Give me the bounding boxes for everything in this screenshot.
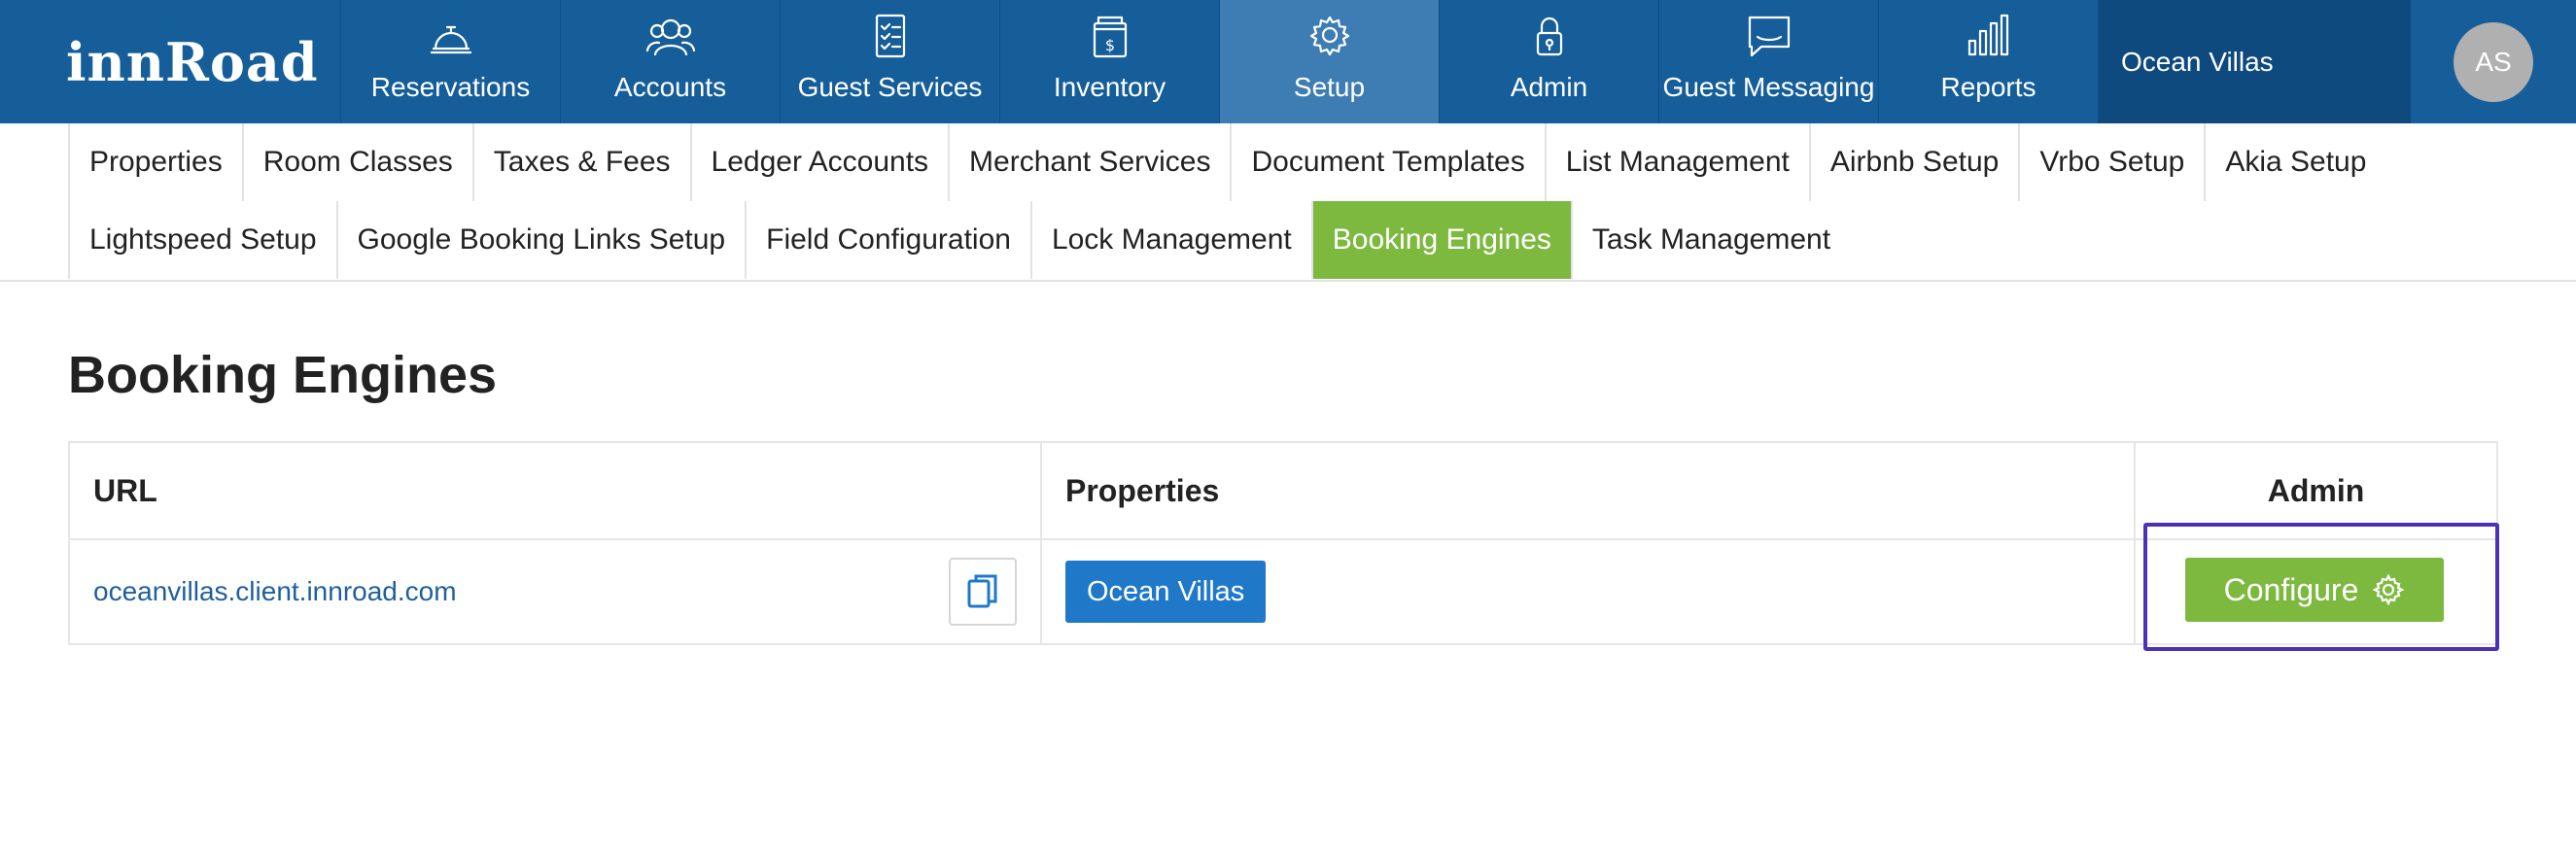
subtab-document-templates[interactable]: Document Templates xyxy=(1230,123,1544,201)
property-name: Ocean Villas xyxy=(2121,46,2274,77)
copy-url-button[interactable] xyxy=(949,558,1017,626)
subtab-properties[interactable]: Properties xyxy=(68,123,242,201)
subtab-field-configuration[interactable]: Field Configuration xyxy=(745,201,1030,279)
nav-setup[interactable]: Setup xyxy=(1219,0,1439,123)
table-row: oceanvillas.client.innroad.com Ocean Vil… xyxy=(70,540,2496,643)
url-cell: oceanvillas.client.innroad.com xyxy=(70,540,1042,643)
nav-label: Reservations xyxy=(370,72,531,102)
gear-icon xyxy=(2372,573,2405,606)
users-icon xyxy=(644,10,698,64)
column-header-admin: Admin xyxy=(2267,472,2365,508)
property-selector[interactable]: Ocean Villas xyxy=(2098,0,2411,123)
page-title: Booking Engines xyxy=(68,346,498,404)
nav-label: Guest Services xyxy=(797,72,983,102)
subnav-row-2: Lightspeed Setup Google Booking Links Se… xyxy=(68,201,2557,279)
message-icon xyxy=(1742,10,1796,64)
top-navigation: innRoad Reservations Accounts Guest Serv… xyxy=(0,0,2576,123)
setup-subnav: Properties Room Classes Taxes & Fees Led… xyxy=(68,123,2557,279)
property-badge-button[interactable]: Ocean Villas xyxy=(1065,561,1267,623)
nav-inventory[interactable]: $ Inventory xyxy=(999,0,1219,123)
properties-cell: Ocean Villas xyxy=(1042,540,2136,643)
subtab-room-classes[interactable]: Room Classes xyxy=(241,123,472,201)
subtab-list-management[interactable]: List Management xyxy=(1544,123,1809,201)
subnav-divider xyxy=(0,280,2576,282)
nav-admin[interactable]: Admin xyxy=(1439,0,1658,123)
svg-text:$: $ xyxy=(1104,36,1114,54)
bell-icon xyxy=(424,10,478,64)
nav-accounts[interactable]: Accounts xyxy=(560,0,780,123)
subtab-vrbo-setup[interactable]: Vrbo Setup xyxy=(2018,123,2204,201)
table-header-row: URL Properties Admin xyxy=(70,443,2496,540)
subtab-taxes-fees[interactable]: Taxes & Fees xyxy=(471,123,690,201)
checklist-icon xyxy=(863,10,918,64)
nav-reports[interactable]: Reports xyxy=(1878,0,2098,123)
nav-reservations[interactable]: Reservations xyxy=(340,0,560,123)
subtab-lightspeed-setup[interactable]: Lightspeed Setup xyxy=(68,201,336,279)
avatar[interactable]: AS xyxy=(2454,21,2533,102)
nav-label: Accounts xyxy=(613,72,727,102)
subtab-airbnb-setup[interactable]: Airbnb Setup xyxy=(1808,123,2018,201)
nav-label: Admin xyxy=(1510,72,1588,102)
column-header-url: URL xyxy=(70,443,1042,538)
bar-chart-icon xyxy=(1962,10,2016,64)
nav-guest-services[interactable]: Guest Services xyxy=(780,0,999,123)
subtab-ledger-accounts[interactable]: Ledger Accounts xyxy=(689,123,949,201)
nav-label: Reports xyxy=(1940,72,2036,102)
subnav-row-1: Properties Room Classes Taxes & Fees Led… xyxy=(68,123,2557,201)
booking-engines-table: URL Properties Admin oceanvillas.client.… xyxy=(68,441,2498,645)
subtab-task-management[interactable]: Task Management xyxy=(1570,201,1850,279)
configure-label: Configure xyxy=(2223,571,2359,607)
innroad-logo[interactable]: innRoad xyxy=(0,0,340,123)
subtab-akia-setup[interactable]: Akia Setup xyxy=(2204,123,2385,201)
nav-guest-messaging[interactable]: Guest Messaging xyxy=(1658,0,1878,123)
nav-label: Inventory xyxy=(1053,72,1166,102)
nav-label: Guest Messaging xyxy=(1662,72,1875,102)
subtab-booking-engines[interactable]: Booking Engines xyxy=(1310,201,1571,279)
configure-button[interactable]: Configure xyxy=(2185,558,2444,622)
subtab-lock-management[interactable]: Lock Management xyxy=(1029,201,1311,279)
user-menu: AS xyxy=(2411,0,2576,123)
column-header-properties: Properties xyxy=(1042,443,2136,538)
gear-icon xyxy=(1303,10,1357,64)
subtab-google-booking-links-setup[interactable]: Google Booking Links Setup xyxy=(335,201,746,279)
nav-label: Setup xyxy=(1293,72,1366,102)
lock-icon xyxy=(1522,10,1577,64)
copy-icon xyxy=(967,574,997,608)
price-tag-icon: $ xyxy=(1083,10,1137,64)
subtab-merchant-services[interactable]: Merchant Services xyxy=(948,123,1230,201)
booking-engine-url-link[interactable]: oceanvillas.client.innroad.com xyxy=(93,576,457,607)
